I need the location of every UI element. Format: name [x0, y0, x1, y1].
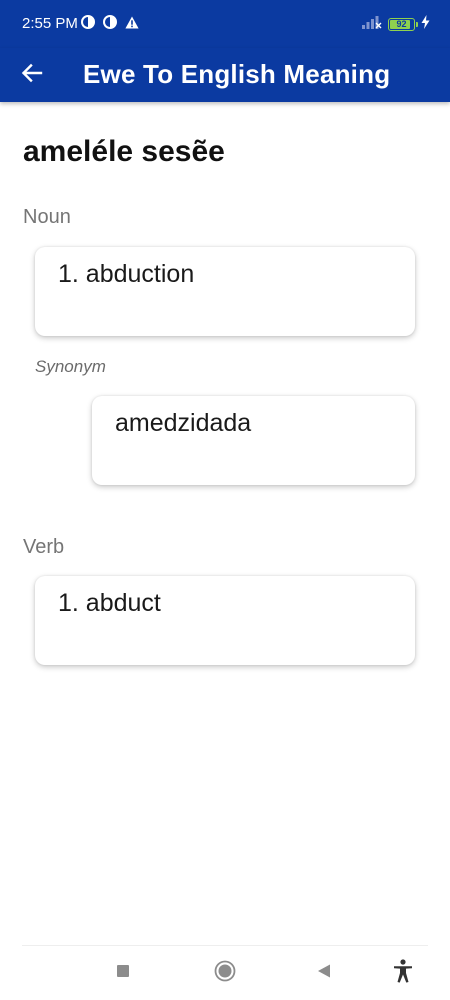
app-title: Ewe To English Meaning	[83, 59, 391, 89]
system-back-button[interactable]	[309, 958, 339, 988]
data-saver-icon	[103, 15, 117, 34]
battery-icon: 92	[388, 18, 418, 31]
recents-square-icon	[116, 964, 130, 983]
home-circle-icon	[214, 960, 236, 987]
navigation-bar	[0, 946, 450, 1000]
status-bar: 2:55 PM 92	[0, 0, 450, 48]
recents-button[interactable]	[108, 958, 138, 988]
status-system-icons: 92	[362, 15, 430, 34]
meaning-text: 1. abduction	[58, 260, 195, 288]
headword: ameléle sesẽe	[23, 135, 225, 168]
part-of-speech-noun: Noun	[23, 206, 71, 228]
battery-level-text: 92	[396, 19, 407, 29]
home-button[interactable]	[210, 958, 240, 988]
status-notification-icons	[81, 15, 139, 34]
battery-tip	[416, 22, 418, 27]
meaning-card-noun: 1. abduction	[35, 247, 415, 336]
meaning-text: 1. abduct	[58, 589, 161, 617]
synonym-label: Synonym	[35, 357, 106, 376]
part-of-speech-verb: Verb	[23, 536, 65, 558]
synonym-card[interactable]: amedzidada	[92, 396, 415, 485]
arrow-back-icon	[21, 62, 43, 89]
screen: 2:55 PM 92 Ewe To English Meaning amelél…	[0, 0, 450, 1000]
app-bar: Ewe To English Meaning	[0, 48, 450, 102]
data-saver-icon	[81, 15, 95, 34]
synonym-text: amedzidada	[115, 409, 252, 437]
warning-icon	[125, 16, 139, 34]
back-triangle-icon	[316, 963, 332, 984]
accessibility-icon	[392, 958, 414, 988]
accessibility-button[interactable]	[388, 958, 418, 988]
meaning-card-verb: 1. abduct	[35, 576, 415, 665]
signal-no-service-icon	[362, 15, 382, 34]
back-button[interactable]	[14, 57, 50, 93]
status-time: 2:55 PM	[22, 15, 78, 32]
charging-bolt-icon	[421, 15, 430, 34]
